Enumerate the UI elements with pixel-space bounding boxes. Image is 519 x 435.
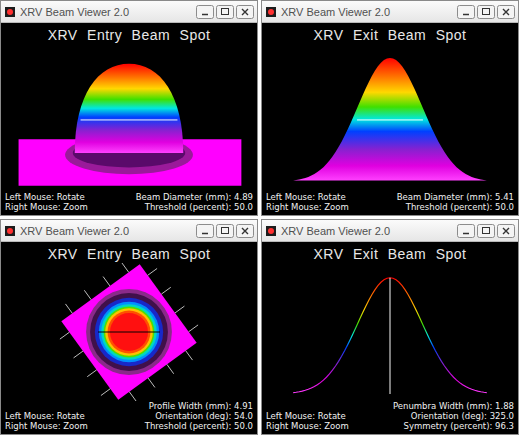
hint-text: Left Mouse: Rotate [266,192,349,202]
minimize-icon[interactable] [457,5,475,19]
maximize-icon[interactable] [477,224,495,238]
reading-text: Orientation (deg): 54.0 [145,411,253,421]
window-title: XRV Beam Viewer 2.0 [281,225,453,237]
readings: Beam Diameter (mm): 4.89Threshold (perce… [136,192,253,212]
reading-text: Threshold (percent): 50.0 [136,202,253,212]
dome-surface [19,64,242,186]
reading-text: Symmetry (percent): 96.3 [393,421,514,431]
reading-text: Penumbra Width (mm): 1.88 [393,401,514,411]
canvas-title: XRV Exit Beam Spot [266,245,514,263]
reading-text: Threshold (percent): 50.0 [145,421,253,431]
title-bar: XRV Beam Viewer 2.0 [262,1,518,23]
desktop: XRV Beam Viewer 2.0 XRV Entry Beam Spot Le… [0,0,519,435]
hint-text: Right Mouse: Zoom [5,421,88,431]
close-icon[interactable] [497,5,515,19]
maximize-icon[interactable] [216,224,234,238]
app-icon [265,6,277,18]
canvas-title: XRV Entry Beam Spot [5,245,253,263]
minimize-icon[interactable] [196,224,214,238]
hint-text: Left Mouse: Rotate [266,411,349,421]
title-bar: XRV Beam Viewer 2.0 [1,220,257,242]
minimize-icon[interactable] [457,224,475,238]
viewer-window: XRV Beam Viewer 2.0 XRV Entry Beam Spot Le… [0,219,258,435]
window-title: XRV Beam Viewer 2.0 [281,6,453,18]
canvas-title: XRV Entry Beam Spot [5,26,253,44]
penumbra-curve [293,278,487,394]
minimize-icon[interactable] [196,5,214,19]
reading-text: Threshold (percent): 50.0 [397,202,514,212]
title-bar: XRV Beam Viewer 2.0 [1,1,257,23]
app-icon [265,225,277,237]
mouse-hints: Left Mouse: RotateRight Mouse: Zoom [266,411,349,431]
close-icon[interactable] [236,5,254,19]
viewer-window: XRV Beam Viewer 2.0 XRV Exit Beam Spot Lef… [261,219,519,435]
hint-text: Right Mouse: Zoom [266,202,349,212]
beam-canvas[interactable]: XRV Exit Beam Spot Left Mouse: RotateRigh… [262,242,518,434]
spot-map [45,263,213,401]
beam-plot[interactable] [266,44,514,192]
beam-plot[interactable] [5,44,253,192]
viewer-window: XRV Beam Viewer 2.0 XRV Entry Beam Spot Le… [0,0,258,216]
bell-profile [293,58,487,181]
app-icon [4,225,16,237]
beam-canvas[interactable]: XRV Entry Beam Spot Left Mouse: RotateRig… [1,242,257,434]
reading-text: Beam Diameter (mm): 5.41 [397,192,514,202]
title-bar: XRV Beam Viewer 2.0 [262,220,518,242]
window-title: XRV Beam Viewer 2.0 [20,6,192,18]
hint-text: Left Mouse: Rotate [5,411,88,421]
hint-text: Right Mouse: Zoom [266,421,349,431]
maximize-icon[interactable] [216,5,234,19]
readings: Profile Width (mm): 4.91Orientation (deg… [145,401,253,431]
close-icon[interactable] [497,224,515,238]
reading-text: Orientation (deg): 325.0 [393,411,514,421]
mouse-hints: Left Mouse: RotateRight Mouse: Zoom [5,192,88,212]
hint-text: Right Mouse: Zoom [5,202,88,212]
viewer-window: XRV Beam Viewer 2.0 XRV Exit Beam Spot Lef… [261,0,519,216]
app-icon [4,6,16,18]
beam-canvas[interactable]: XRV Entry Beam Spot Left Mouse: RotateRig… [1,23,257,215]
mouse-hints: Left Mouse: RotateRight Mouse: Zoom [5,411,88,431]
beam-plot[interactable] [266,263,514,401]
hint-text: Left Mouse: Rotate [5,192,88,202]
maximize-icon[interactable] [477,5,495,19]
beam-canvas[interactable]: XRV Exit Beam Spot Left Mouse: RotateRigh… [262,23,518,215]
reading-text: Profile Width (mm): 4.91 [145,401,253,411]
readings: Beam Diameter (mm): 5.41Threshold (perce… [397,192,514,212]
canvas-title: XRV Exit Beam Spot [266,26,514,44]
beam-plot[interactable] [5,263,253,401]
window-title: XRV Beam Viewer 2.0 [20,225,192,237]
close-icon[interactable] [236,224,254,238]
mouse-hints: Left Mouse: RotateRight Mouse: Zoom [266,192,349,212]
readings: Penumbra Width (mm): 1.88Orientation (de… [393,401,514,431]
reading-text: Beam Diameter (mm): 4.89 [136,192,253,202]
